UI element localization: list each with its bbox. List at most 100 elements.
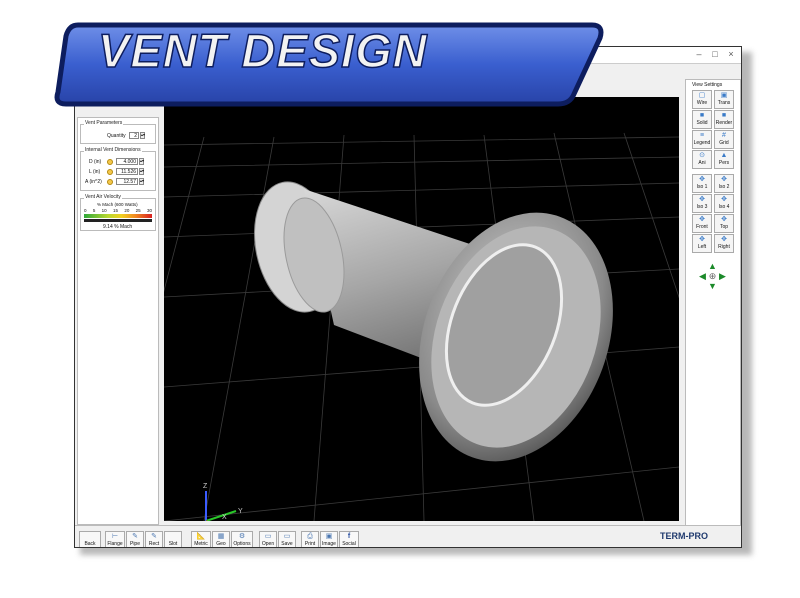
scale-tick: 20 bbox=[124, 208, 130, 213]
pan-left-icon[interactable]: ◀ bbox=[698, 272, 707, 281]
pipe-label: Pipe bbox=[129, 541, 140, 547]
render-icon: ■ bbox=[721, 112, 727, 119]
vent-parameters-group: Vent Parameters Quantity 2 ▴▾ bbox=[80, 120, 156, 144]
rect-button[interactable]: ✎ Rect bbox=[145, 531, 163, 547]
scale-tick: 5 bbox=[92, 208, 96, 213]
area-input[interactable]: 12.57 bbox=[116, 178, 138, 185]
scale-tick: 15 bbox=[112, 208, 118, 213]
front-button[interactable]: ✥ Front bbox=[692, 214, 712, 233]
app-window: – □ × Vent Parameters Quantity 2 ▴▾ Inte… bbox=[74, 46, 742, 548]
zoom-icon[interactable]: ⊕ bbox=[708, 272, 717, 281]
printer-icon: ⎙ bbox=[307, 533, 313, 540]
image-icon: ▣ bbox=[325, 533, 333, 540]
top-label: Top bbox=[719, 224, 729, 230]
axis-triad: Z Y X bbox=[203, 483, 243, 521]
options-button[interactable]: ⚙ Options bbox=[231, 531, 253, 547]
quantity-input[interactable]: 2 bbox=[129, 132, 139, 139]
flange-label: Flange bbox=[107, 541, 123, 547]
options-label: Options bbox=[233, 541, 251, 547]
z-axis-label: Z bbox=[203, 483, 208, 490]
flange-button[interactable]: ⊢ Flange bbox=[105, 531, 125, 547]
legend-button[interactable]: ≡ Legend bbox=[692, 130, 712, 149]
maximize-icon[interactable]: □ bbox=[709, 48, 721, 60]
solid-icon: ■ bbox=[699, 112, 705, 119]
slot-button[interactable]: Slot bbox=[164, 531, 182, 547]
pan-down-icon[interactable]: ▼ bbox=[708, 282, 717, 291]
area-lock-icon[interactable] bbox=[107, 179, 113, 185]
grid-label: Grid bbox=[719, 140, 729, 146]
iso2-label: Iso 2 bbox=[718, 184, 730, 190]
rect-label: Rect bbox=[148, 541, 160, 547]
back-label: Back bbox=[84, 541, 96, 547]
slot-label: Slot bbox=[168, 541, 178, 547]
trans-button[interactable]: ▣ Trans bbox=[714, 90, 734, 109]
iso1-label: Iso 1 bbox=[696, 184, 708, 190]
length-input[interactable]: 11.526 bbox=[116, 168, 138, 175]
iso4-button[interactable]: ✥ Iso 4 bbox=[714, 194, 734, 213]
social-button[interactable]: f Social bbox=[339, 531, 359, 547]
ani-label: Ani bbox=[698, 160, 706, 166]
wire-button[interactable]: ▢ Wire bbox=[692, 90, 712, 109]
pers-label: Pers bbox=[718, 160, 730, 166]
legend-label: Legend bbox=[693, 140, 711, 146]
air-velocity-title: Vent Air Velocity bbox=[84, 194, 122, 200]
iso2-button[interactable]: ✥ Iso 2 bbox=[714, 174, 734, 193]
save-button[interactable]: ▭ Save bbox=[278, 531, 296, 547]
print-label: Print bbox=[304, 541, 316, 547]
image-button[interactable]: ▣ Image bbox=[320, 531, 338, 547]
rect-icon: ✎ bbox=[151, 533, 157, 540]
legend-icon: ≡ bbox=[699, 132, 705, 139]
solid-label: Solid bbox=[696, 120, 708, 126]
minimize-icon[interactable]: – bbox=[693, 48, 705, 60]
render-button[interactable]: ■ Render bbox=[714, 110, 734, 129]
length-lock-icon[interactable] bbox=[107, 169, 113, 175]
quantity-spinner[interactable]: ▴▾ bbox=[140, 132, 145, 139]
diameter-lock-icon[interactable] bbox=[107, 159, 113, 165]
scale-tick: 25 bbox=[135, 208, 141, 213]
pipe-icon: ✎ bbox=[132, 533, 138, 540]
geo-button[interactable]: ▦ Geo bbox=[212, 531, 230, 547]
3d-viewport[interactable]: Z Y X bbox=[164, 97, 679, 521]
ani-button[interactable]: ⊙ Ani bbox=[692, 150, 712, 169]
pan-up-icon[interactable]: ▲ bbox=[708, 262, 717, 271]
iso-icon: ✥ bbox=[721, 196, 727, 203]
right-view-label: Right bbox=[718, 244, 730, 250]
scale-tick: 10 bbox=[101, 208, 107, 213]
mach-label: % Mach (600 Watts) bbox=[97, 202, 138, 207]
pan-right-icon[interactable]: ▶ bbox=[718, 272, 727, 281]
grid-icon: # bbox=[722, 132, 726, 139]
back-button[interactable]: Back bbox=[79, 531, 101, 547]
iso3-button[interactable]: ✥ Iso 3 bbox=[692, 194, 712, 213]
save-label: Save bbox=[281, 541, 293, 547]
area-spinner[interactable]: ▴▾ bbox=[139, 178, 144, 185]
term-pro-logo: TERM-PRO bbox=[660, 531, 708, 541]
pipe-button[interactable]: ✎ Pipe bbox=[126, 531, 144, 547]
right-view-button[interactable]: ✥ Right bbox=[714, 234, 734, 253]
iso1-button[interactable]: ✥ Iso 1 bbox=[692, 174, 712, 193]
left-view-icon: ✥ bbox=[699, 236, 705, 243]
diameter-input[interactable]: 4.000 bbox=[116, 158, 138, 165]
diameter-spinner[interactable]: ▴▾ bbox=[139, 158, 144, 165]
pers-button[interactable]: ▲ Pers bbox=[714, 150, 734, 169]
length-spinner[interactable]: ▴▾ bbox=[139, 168, 144, 175]
open-button[interactable]: ▭ Open bbox=[259, 531, 277, 547]
internal-dimensions-group: Internal Vent Dimensions D (in) 4.000 ▴▾… bbox=[80, 147, 156, 191]
render-label: Render bbox=[715, 120, 733, 126]
iso-icon: ✥ bbox=[699, 176, 705, 183]
left-view-label: Left bbox=[697, 244, 707, 250]
print-button[interactable]: ⎙ Print bbox=[301, 531, 319, 547]
grid-button[interactable]: # Grid bbox=[714, 130, 734, 149]
close-icon[interactable]: × bbox=[725, 48, 737, 60]
scale-tick: 0 bbox=[84, 208, 87, 213]
front-view-icon: ✥ bbox=[699, 216, 705, 223]
facebook-icon: f bbox=[347, 533, 351, 540]
image-label: Image bbox=[322, 541, 336, 547]
top-button[interactable]: ✥ Top bbox=[714, 214, 734, 233]
left-view-button[interactable]: ✥ Left bbox=[692, 234, 712, 253]
vent-parameters-title: Vent Parameters bbox=[84, 120, 124, 126]
metric-button[interactable]: 📐 Metric bbox=[191, 531, 211, 547]
x-axis-label: X bbox=[222, 514, 227, 521]
front-label: Front bbox=[696, 224, 708, 230]
geo-icon: ▦ bbox=[217, 533, 225, 540]
solid-button[interactable]: ■ Solid bbox=[692, 110, 712, 129]
